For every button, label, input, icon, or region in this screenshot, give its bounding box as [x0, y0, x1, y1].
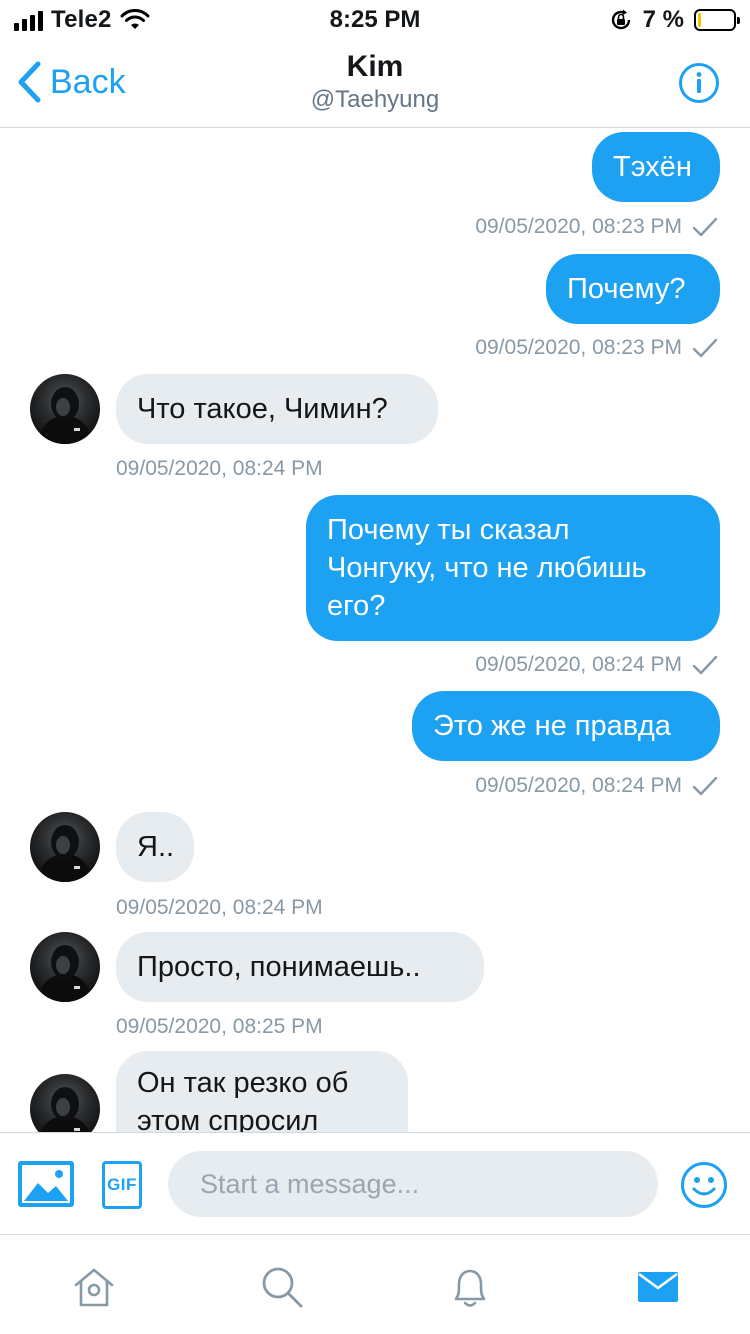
message-composer: GIF — [0, 1132, 750, 1234]
timestamp-text: 09/05/2020, 08:23 PM — [475, 215, 682, 238]
outgoing-message[interactable]: Почему? — [546, 254, 720, 324]
rotation-lock-icon — [611, 9, 630, 30]
search-icon[interactable] — [258, 1263, 306, 1311]
message-text: Тэхён — [613, 151, 692, 183]
contact-handle: @Taehyung — [310, 86, 440, 113]
outgoing-message[interactable]: Почему ты сказал Чонгуку, что не любишь … — [306, 495, 720, 641]
message-input[interactable] — [168, 1151, 658, 1217]
gif-button[interactable]: GIF — [102, 1161, 142, 1209]
incoming-message[interactable]: Он так резко об этом спросил — [116, 1051, 408, 1132]
message-text-line: Чонгуку, что не любишь — [327, 552, 647, 584]
emoji-icon[interactable] — [680, 1161, 728, 1209]
message-timestamp: 09/05/2020, 08:23 PM — [475, 336, 718, 360]
info-icon[interactable] — [678, 62, 720, 104]
tab-bar — [0, 1234, 750, 1334]
battery-icon — [694, 9, 740, 31]
avatar-image — [38, 825, 92, 882]
message-list[interactable]: Тэхён 09/05/2020, 08:23 PM Почему? 09/05… — [0, 129, 750, 1132]
avatar[interactable] — [30, 932, 100, 1002]
incoming-message[interactable]: Просто, понимаешь.. — [116, 932, 484, 1002]
battery-percent: 7 % — [642, 6, 684, 33]
contact-name: Kim — [346, 50, 404, 83]
gif-icon: GIF — [107, 1175, 137, 1194]
message-text-line: Он так резко об — [137, 1067, 349, 1099]
avatar[interactable] — [30, 1074, 100, 1132]
messages-icon[interactable] — [634, 1263, 682, 1311]
checkmark-icon — [692, 217, 718, 237]
message-timestamp: 09/05/2020, 08:25 PM — [116, 1015, 323, 1039]
timestamp-text: 09/05/2020, 08:24 PM — [475, 774, 682, 797]
checkmark-icon — [692, 338, 718, 358]
timestamp-text: 09/05/2020, 08:23 PM — [475, 336, 682, 359]
conversation-header: Back Kim @Taehyung — [0, 40, 750, 128]
home-icon[interactable] — [70, 1263, 118, 1311]
timestamp-text: 09/05/2020, 08:25 PM — [116, 1015, 323, 1038]
message-timestamp: 09/05/2020, 08:24 PM — [116, 896, 323, 920]
outgoing-message[interactable]: Тэхён — [592, 132, 720, 202]
message-text-line: этом спросил — [137, 1105, 319, 1132]
battery-level — [698, 13, 701, 27]
avatar[interactable] — [30, 812, 100, 882]
outgoing-message[interactable]: Это же не правда — [412, 691, 720, 761]
image-icon[interactable] — [16, 1159, 76, 1209]
timestamp-text: 09/05/2020, 08:24 PM — [475, 653, 682, 676]
checkmark-icon — [692, 776, 718, 796]
checkmark-icon — [692, 655, 718, 675]
message-timestamp: 09/05/2020, 08:24 PM — [475, 653, 718, 677]
message-text: Почему? — [567, 273, 686, 305]
message-timestamp: 09/05/2020, 08:24 PM — [116, 457, 323, 481]
status-bar: Tele2 8:25 PM 7 % — [0, 0, 750, 40]
message-text: Это же не правда — [433, 710, 671, 742]
conversation-title: Kim @Taehyung — [0, 50, 750, 114]
incoming-message[interactable]: Я.. — [116, 812, 194, 882]
avatar-image — [38, 387, 92, 444]
message-text-line: Почему ты сказал — [327, 514, 570, 546]
message-text: Что такое, Чимин? — [137, 393, 388, 425]
avatar-image — [40, 1087, 90, 1132]
avatar[interactable] — [30, 374, 100, 444]
message-timestamp: 09/05/2020, 08:23 PM — [475, 215, 718, 239]
message-text: Я.. — [137, 831, 175, 863]
incoming-message[interactable]: Что такое, Чимин? — [116, 374, 438, 444]
message-timestamp: 09/05/2020, 08:24 PM — [475, 774, 718, 798]
message-text-line: его? — [327, 590, 386, 622]
status-right: 7 % — [609, 6, 740, 34]
timestamp-text: 09/05/2020, 08:24 PM — [116, 457, 323, 480]
notifications-icon[interactable] — [446, 1263, 494, 1311]
timestamp-text: 09/05/2020, 08:24 PM — [116, 896, 323, 919]
message-text: Просто, понимаешь.. — [137, 951, 421, 983]
avatar-image — [38, 945, 92, 1002]
